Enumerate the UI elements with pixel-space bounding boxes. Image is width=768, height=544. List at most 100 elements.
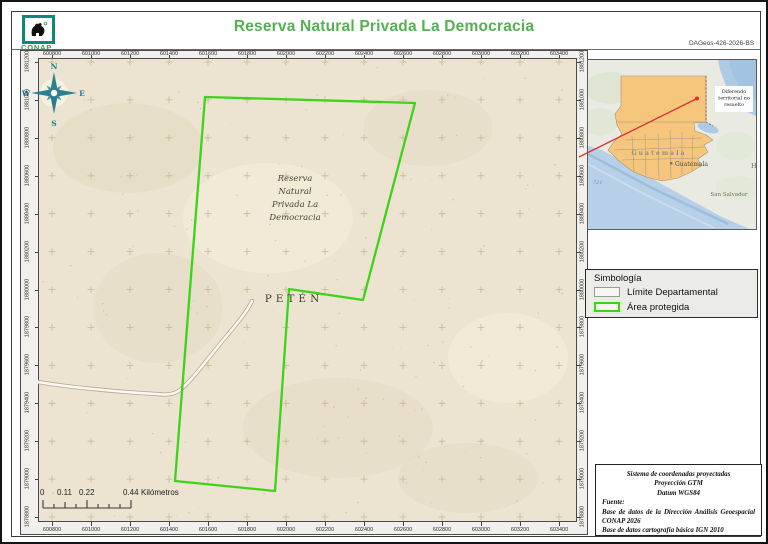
datum-line: Datum WGS84 — [657, 489, 700, 497]
grid-tick-bottom — [91, 522, 92, 526]
grid-tick-top — [325, 54, 326, 58]
grid-tick-left — [34, 137, 38, 139]
dispute-note-line3: resuelto — [724, 102, 744, 108]
honduras-label: Ho — [751, 162, 756, 170]
grid-tick-bottom — [52, 522, 53, 526]
dispute-note-line2: territorial no — [718, 96, 750, 102]
grid-tick-bottom — [169, 522, 170, 526]
basemap-number-label: 721 — [593, 180, 603, 186]
grid-label-bottom: 602200 — [315, 527, 335, 533]
inset-map: Diferendo territorial no resuelto G u a … — [582, 59, 763, 260]
compass-n: N — [51, 62, 58, 71]
san-salvador-label: San Salvador — [711, 192, 748, 198]
compass-s: S — [51, 119, 56, 128]
map-sheet: CONAP Reserva Natural Privada La Democra… — [0, 0, 768, 544]
city-label: Guatemala — [675, 161, 708, 168]
grid-tick-left — [34, 441, 38, 443]
grid-tick-bottom — [325, 522, 326, 526]
grid-tick-top — [520, 54, 521, 58]
grid-label-bottom: 602800 — [432, 527, 452, 533]
grid-tick-left — [34, 251, 38, 253]
grid-tick-right — [577, 289, 581, 291]
country-label: G u a t e m a l a — [631, 150, 684, 157]
map-drawing: Reserva Natural Privada La Democracia PE… — [38, 58, 568, 521]
grid-tick-top — [91, 54, 92, 58]
grid-tick-bottom — [481, 522, 482, 526]
grid-label-left: 1880200 — [24, 240, 31, 262]
grid-tick-right — [577, 251, 581, 253]
grid-tick-right — [577, 365, 581, 367]
grid-tick-right — [577, 479, 581, 481]
grid-tick-top — [286, 54, 287, 58]
grid-tick-top — [364, 54, 365, 58]
grid-label-bottom: 601000 — [81, 527, 101, 533]
grid-tick-bottom — [442, 522, 443, 526]
grid-tick-left — [34, 213, 38, 215]
grid-tick-top — [130, 54, 131, 58]
grid-tick-bottom — [130, 522, 131, 526]
grid-tick-left — [34, 479, 38, 481]
grid-label-bottom: 602000 — [276, 527, 296, 533]
grid-tick-top — [481, 54, 482, 58]
grid-tick-bottom — [286, 522, 287, 526]
grid-label-bottom: 601600 — [198, 527, 218, 533]
grid-tick-left — [34, 327, 38, 329]
grid-tick-right — [577, 99, 581, 101]
grid-tick-left — [34, 403, 38, 405]
grid-label-bottom: 601400 — [159, 527, 179, 533]
grid-label-bottom: 602400 — [354, 527, 374, 533]
grid-tick-top — [559, 54, 560, 58]
reserve-label-line2: Natural — [277, 187, 312, 197]
grid-label-left: 1878800 — [24, 505, 31, 528]
legend-item-protected: Área protegida — [594, 301, 689, 313]
grid-label-bottom: 603000 — [471, 527, 491, 533]
source-line1: Base de datos de la Dirección Análisis G… — [602, 508, 755, 516]
grid-tick-top — [52, 54, 53, 58]
grid-tick-bottom — [559, 522, 560, 526]
legend-item-departmental: Límite Departamental — [594, 286, 718, 298]
reserve-label-line4: Democracia — [268, 213, 320, 223]
grid-tick-right — [577, 175, 581, 177]
departmental-boundary-swatch — [594, 287, 620, 297]
grid-label-bottom: 603200 — [510, 527, 530, 533]
grid-tick-right — [577, 327, 581, 329]
grid-tick-left — [34, 62, 38, 63]
scale-0: 0 — [40, 488, 45, 497]
reserve-label-line1: Reserva — [277, 174, 313, 184]
compass-e: E — [79, 89, 85, 98]
grid-tick-left — [34, 365, 38, 367]
grid-tick-left — [34, 99, 38, 101]
projection-line: Proyección GTM — [654, 480, 703, 488]
grid-tick-left — [34, 175, 38, 177]
dispute-note-line1: Diferendo — [722, 89, 746, 95]
grid-tick-right — [577, 137, 581, 139]
inset-map-drawing: Diferendo territorial no resuelto G u a … — [582, 60, 763, 260]
grid-label-bottom: 602600 — [393, 527, 413, 533]
legend-title: Simbología — [594, 273, 642, 284]
source-line2: CONAP 2026 — [602, 518, 641, 526]
source-heading: Fuente: — [602, 499, 625, 507]
grid-label-bottom: 603400 — [549, 527, 569, 533]
legend-label-departmental: Límite Departamental — [627, 286, 718, 298]
grid-tick-right — [577, 403, 581, 405]
legend: Simbología Límite Departamental Área pro… — [585, 269, 758, 318]
source-line3: Base de datos cartografía básica IGN 201… — [602, 527, 724, 535]
grid-tick-bottom — [208, 522, 209, 526]
grid-tick-top — [442, 54, 443, 58]
grid-tick-left — [34, 517, 38, 519]
grid-tick-bottom — [247, 522, 248, 526]
grid-tick-right — [577, 517, 581, 519]
scale-022: 0.22 — [79, 488, 95, 497]
credits-box: Sistema de coordenadas proyectadas Proye… — [595, 464, 762, 536]
grid-tick-bottom — [364, 522, 365, 526]
legend-label-protected: Área protegida — [627, 301, 690, 313]
grid-tick-top — [169, 54, 170, 58]
reserve-label-line3: Privada La — [271, 200, 318, 210]
grid-tick-right — [577, 62, 581, 63]
scale-bar: 0 0.11 0.22 0.44 Kilómetros — [40, 488, 215, 510]
grid-tick-bottom — [520, 522, 521, 526]
protected-area-swatch — [594, 302, 620, 312]
grid-tick-bottom — [403, 522, 404, 526]
grid-tick-top — [403, 54, 404, 58]
page-title: Reserva Natural Privada La Democracia — [233, 18, 535, 35]
